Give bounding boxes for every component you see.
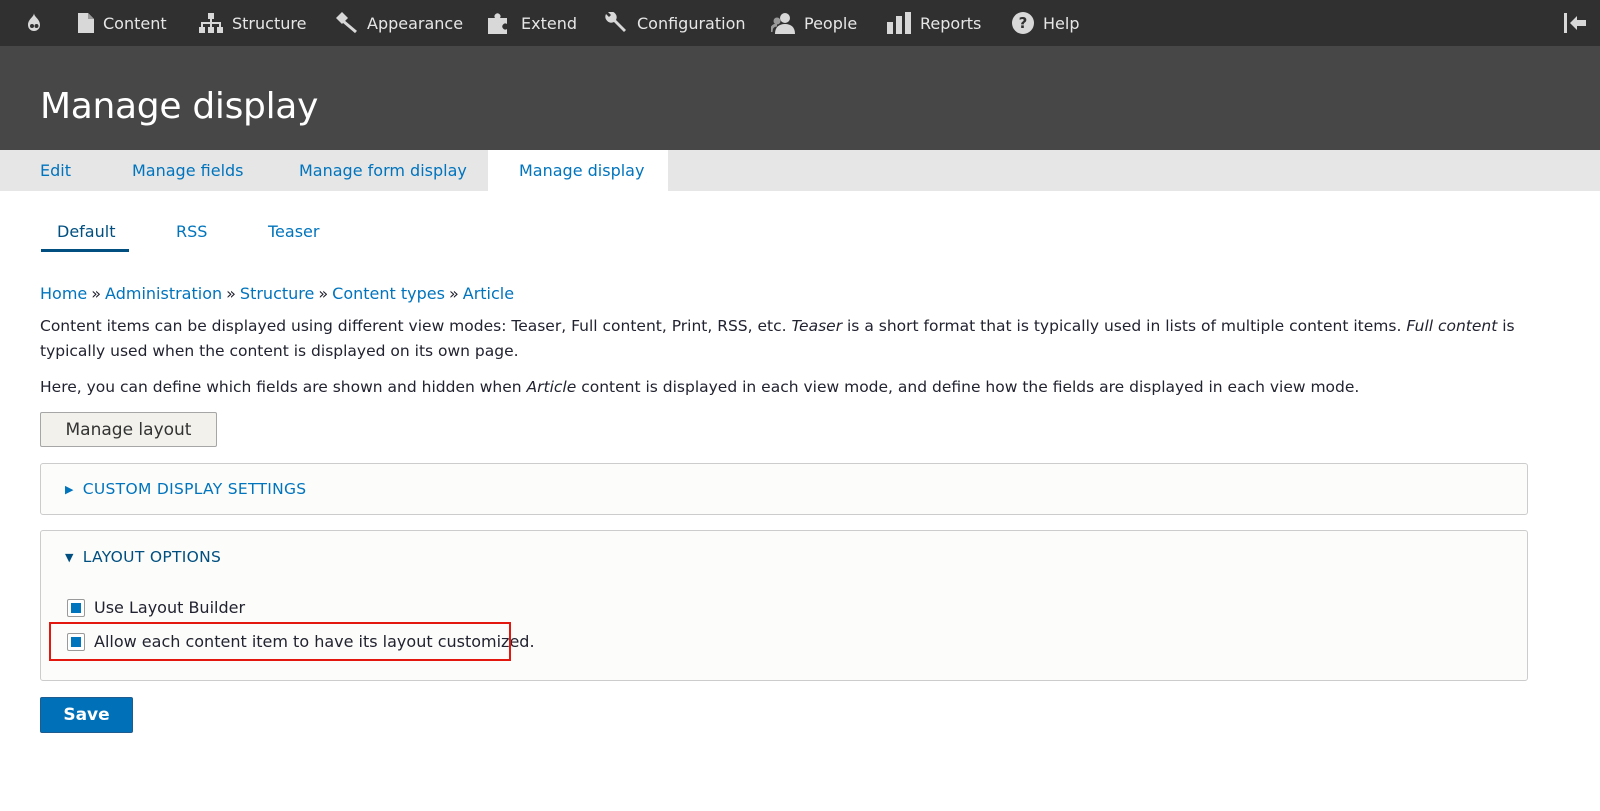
toolbar-item-structure[interactable]: Structure bbox=[199, 0, 306, 46]
description-text: is a short format that is typically used… bbox=[842, 317, 1407, 335]
description-text: content is displayed in each view mode, … bbox=[576, 378, 1360, 396]
paintbrush-icon bbox=[336, 12, 357, 34]
layout-options-label: LAYOUT OPTIONS bbox=[82, 548, 222, 566]
toolbar-item-appearance[interactable]: Appearance bbox=[334, 0, 463, 46]
active-subtab-indicator bbox=[41, 249, 129, 252]
collapse-toolbar-icon[interactable] bbox=[1564, 13, 1586, 33]
breadcrumb: Home» Administration» Structure» Content ty… bbox=[40, 284, 514, 303]
checkbox-label[interactable]: Use Layout Builder bbox=[94, 598, 245, 617]
description-text: Here, you can define which fields are sh… bbox=[40, 378, 527, 396]
view-modes-description: Content items can be displayed using dif… bbox=[40, 314, 1540, 364]
breadcrumb-structure[interactable]: Structure bbox=[240, 284, 314, 303]
fields-description: Here, you can define which fields are sh… bbox=[40, 375, 1540, 400]
bar-chart-icon bbox=[887, 12, 911, 34]
toolbar-item-label: Reports bbox=[920, 13, 982, 33]
expand-triangle-icon: ▶ bbox=[65, 482, 74, 496]
toolbar-item-help[interactable]: ? Help bbox=[1012, 0, 1079, 46]
toolbar-item-label: Help bbox=[1043, 13, 1080, 33]
toolbar-item-label: Extend bbox=[521, 13, 577, 33]
save-button[interactable]: Save bbox=[40, 697, 133, 733]
subtab-teaser[interactable]: Teaser bbox=[268, 222, 319, 241]
collapse-triangle-icon: ▼ bbox=[65, 550, 74, 564]
subtab-rss[interactable]: RSS bbox=[176, 222, 207, 241]
tab-edit[interactable]: Edit bbox=[40, 150, 71, 191]
tab-manage-fields[interactable]: Manage fields bbox=[132, 150, 244, 191]
toolbar-item-reports[interactable]: Reports bbox=[887, 0, 981, 46]
layout-options-toggle[interactable]: ▼ LAYOUT OPTIONS bbox=[65, 548, 221, 566]
toolbar-item-label: Appearance bbox=[367, 13, 464, 33]
custom-display-settings-panel: ▶ CUSTOM DISPLAY SETTINGS bbox=[40, 463, 1528, 515]
use-layout-builder-option: Use Layout Builder bbox=[67, 598, 245, 617]
wrench-icon bbox=[605, 12, 626, 32]
file-icon bbox=[78, 13, 94, 33]
toolbar-item-people[interactable]: People bbox=[771, 0, 857, 46]
puzzle-icon bbox=[488, 13, 507, 34]
primary-tabs: Edit Manage fields Manage form display M… bbox=[0, 150, 1600, 191]
page-header: Manage display bbox=[0, 46, 1600, 150]
svg-text:?: ? bbox=[1019, 14, 1028, 32]
description-emphasis: Full content bbox=[1406, 317, 1498, 335]
page-title: Manage display bbox=[40, 86, 319, 127]
highlight-box bbox=[49, 622, 511, 661]
breadcrumb-separator: » bbox=[448, 284, 459, 303]
custom-display-settings-toggle[interactable]: ▶ CUSTOM DISPLAY SETTINGS bbox=[65, 480, 306, 498]
breadcrumb-administration[interactable]: Administration bbox=[105, 284, 222, 303]
breadcrumb-separator: » bbox=[226, 284, 236, 303]
toolbar-item-content[interactable]: Content bbox=[78, 0, 167, 46]
manage-layout-button[interactable]: Manage layout bbox=[40, 412, 217, 447]
toolbar-item-configuration[interactable]: Configuration bbox=[604, 0, 746, 46]
description-emphasis: Article bbox=[526, 378, 577, 396]
question-icon: ? bbox=[1012, 12, 1034, 34]
toolbar-item-label: People bbox=[804, 13, 858, 33]
tab-manage-form-display[interactable]: Manage form display bbox=[299, 150, 467, 191]
breadcrumb-separator: » bbox=[318, 284, 329, 303]
toolbar-item-label: Content bbox=[103, 13, 167, 33]
subtab-default[interactable]: Default bbox=[57, 222, 115, 241]
description-emphasis: Teaser bbox=[791, 317, 843, 335]
tab-manage-display[interactable]: Manage display bbox=[488, 150, 668, 191]
checkbox-checked-mark bbox=[71, 602, 81, 613]
admin-toolbar: Content Structure Appearance Extend Conf… bbox=[0, 0, 1600, 46]
toolbar-item-label: Structure bbox=[232, 13, 307, 33]
description-text: Content items can be displayed using dif… bbox=[40, 317, 792, 335]
breadcrumb-article[interactable]: Article bbox=[463, 284, 514, 303]
toolbar-item-label: Configuration bbox=[637, 13, 746, 33]
custom-display-settings-label: CUSTOM DISPLAY SETTINGS bbox=[82, 480, 307, 498]
toolbar-item-extend[interactable]: Extend bbox=[488, 0, 577, 46]
drupal-logo-icon[interactable] bbox=[22, 11, 46, 35]
use-layout-builder-checkbox[interactable] bbox=[67, 598, 85, 617]
breadcrumb-separator: » bbox=[91, 284, 102, 303]
user-icon bbox=[771, 13, 795, 34]
breadcrumb-home[interactable]: Home bbox=[40, 284, 87, 303]
breadcrumb-content-types[interactable]: Content types bbox=[332, 284, 445, 303]
sitemap-icon bbox=[199, 13, 223, 33]
